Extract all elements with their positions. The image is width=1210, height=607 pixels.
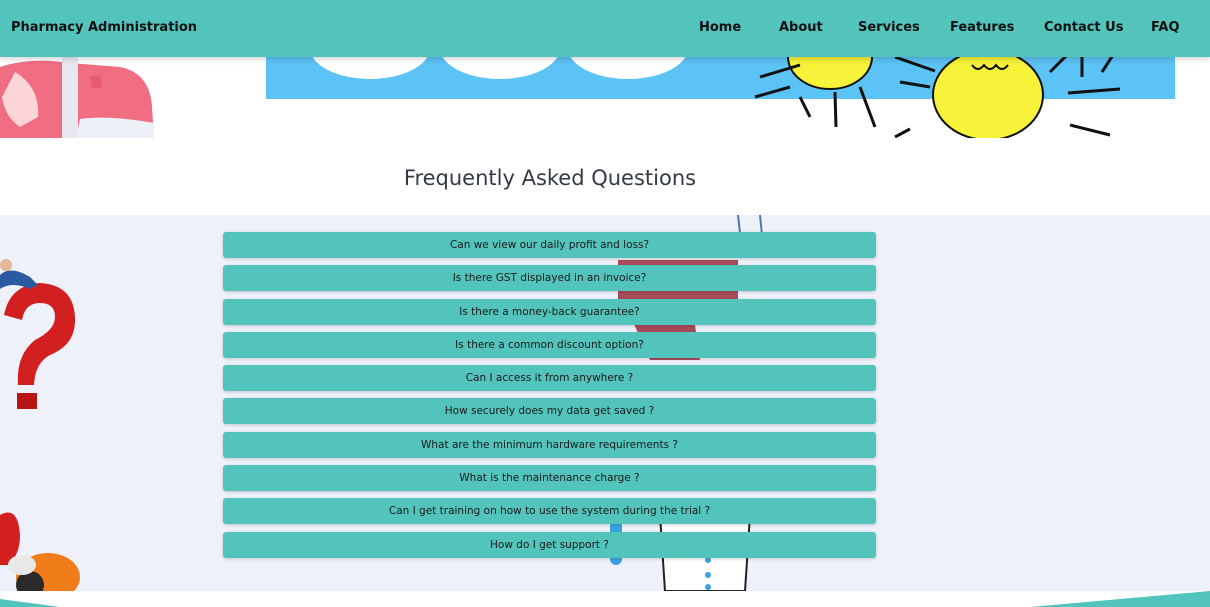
nav-features[interactable]: Features — [950, 20, 1014, 35]
person-illustration — [0, 57, 156, 138]
hero-banner — [0, 57, 1210, 138]
nav-about[interactable]: About — [779, 20, 823, 35]
faq-question-data-security[interactable]: How securely does my data get saved ? — [223, 398, 876, 425]
nav-contact-us[interactable]: Contact Us — [1044, 20, 1123, 35]
faq-question-support[interactable]: How do I get support ? — [223, 531, 876, 558]
faq-question-maintenance[interactable]: What is the maintenance charge ? — [223, 465, 876, 492]
footer-wave — [0, 591, 1210, 607]
nav-services[interactable]: Services — [858, 20, 920, 35]
nav-home[interactable]: Home — [699, 20, 741, 35]
faq-question-access-anywhere[interactable]: Can I access it from anywhere ? — [223, 365, 876, 392]
brand-title[interactable]: Pharmacy Administration — [11, 20, 197, 35]
navbar: Pharmacy Administration Home About Servi… — [0, 0, 1210, 57]
page-title: Frequently Asked Questions — [403, 166, 697, 190]
faq-list: Can we view our daily profit and loss? I… — [223, 232, 876, 565]
nav-faq[interactable]: FAQ — [1151, 20, 1180, 35]
faq-section: Can we view our daily profit and loss? I… — [0, 215, 1210, 591]
faq-question-hardware[interactable]: What are the minimum hardware requiremen… — [223, 431, 876, 458]
lightbulb-illustration — [754, 57, 1121, 138]
question-mark-illustration — [0, 259, 80, 591]
faq-question-gst-invoice[interactable]: Is there GST displayed in an invoice? — [223, 265, 876, 292]
faq-question-training[interactable]: Can I get training on how to use the sys… — [223, 498, 876, 525]
faq-question-profit-loss[interactable]: Can we view our daily profit and loss? — [223, 232, 876, 258]
faq-question-money-back[interactable]: Is there a money-back guarantee? — [223, 298, 876, 325]
faq-question-discount[interactable]: Is there a common discount option? — [223, 331, 876, 358]
